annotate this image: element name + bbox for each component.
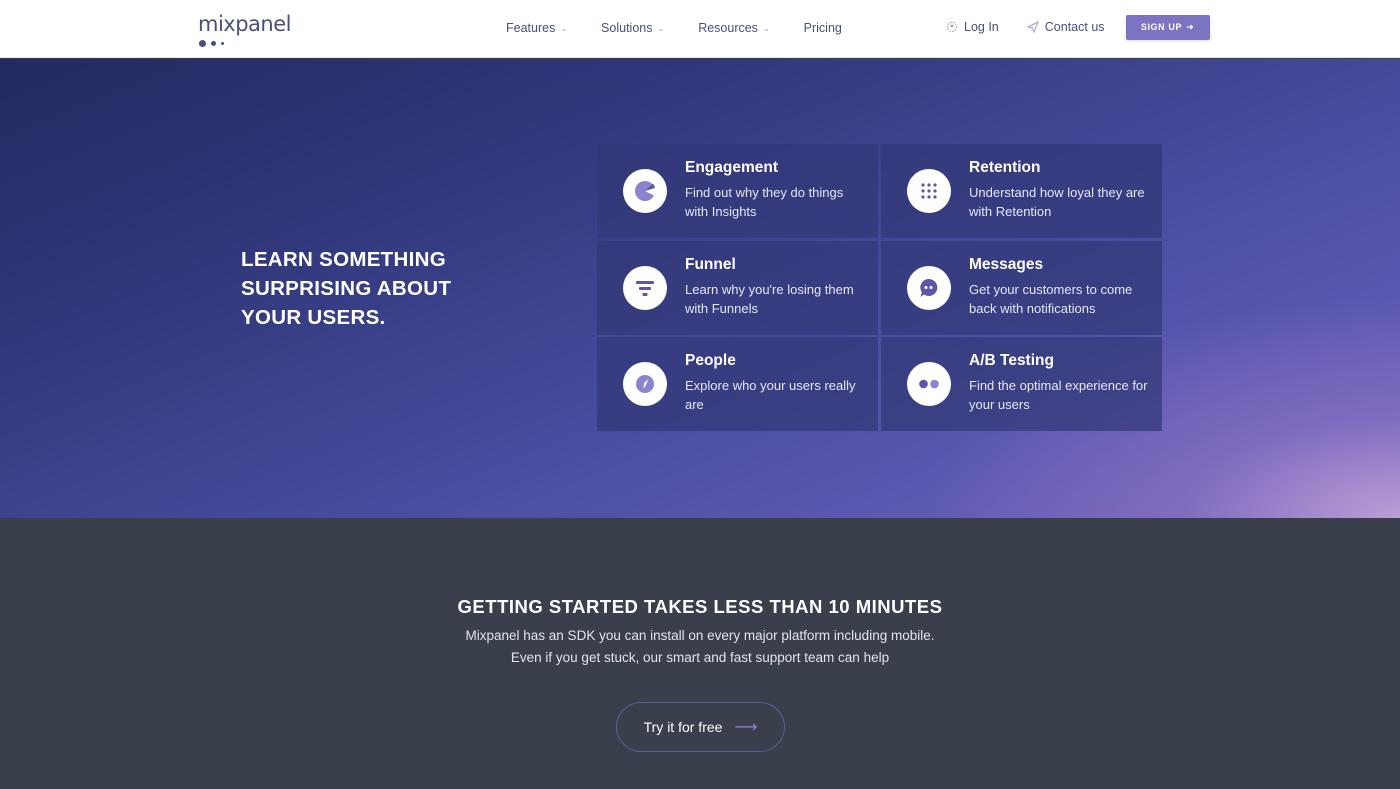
nav-actions: Log In Contact us SIGN UP ➜ — [946, 14, 1210, 40]
login-link[interactable]: Log In — [946, 20, 999, 34]
paper-plane-icon — [1026, 21, 1039, 33]
user-circle-icon — [946, 21, 958, 33]
dot-grid-icon — [907, 169, 951, 213]
feature-card-ab-testing[interactable]: A/B Testing Find the optimal experience … — [881, 337, 1162, 431]
contact-link[interactable]: Contact us — [1026, 20, 1105, 34]
main-nav: Features ⌄ Solutions ⌄ Resources ⌄ Prici… — [506, 19, 876, 37]
signup-label: SIGN UP — [1140, 22, 1183, 32]
signup-button[interactable]: SIGN UP ➜ — [1125, 14, 1210, 40]
chat-bubble-icon — [907, 265, 951, 310]
chevron-down-icon: ⌄ — [657, 23, 665, 33]
nav-features[interactable]: Features ⌄ — [506, 19, 567, 37]
feature-description: Find out why they do things with Insight… — [685, 185, 844, 219]
try-it-free-button[interactable]: Try it for free ⟶ — [616, 702, 785, 752]
two-dots-icon — [907, 362, 951, 406]
pie-chart-icon — [623, 169, 667, 213]
feature-card-messages[interactable]: Messages Get your customers to come back… — [881, 240, 1162, 335]
feature-title: People — [685, 352, 736, 369]
nav-pricing-label: Pricing — [803, 21, 842, 35]
feature-description: Find the optimal experience for your use… — [969, 378, 1148, 412]
feature-description: Learn why you're losing them with Funnel… — [685, 281, 854, 316]
logo-dots-icon — [199, 35, 229, 48]
arrow-right-icon: ⟶ — [734, 719, 758, 736]
feature-description: Explore who your users really are — [685, 378, 856, 412]
feature-description: Get your customers to come back with not… — [969, 281, 1133, 316]
feature-card-funnel[interactable]: Funnel Learn why you're losing them with… — [597, 240, 878, 335]
funnel-icon — [623, 265, 667, 310]
feature-card-engagement[interactable]: Engagement Find out why they do things w… — [597, 144, 878, 238]
arrow-right-icon: ➜ — [1186, 21, 1195, 32]
feature-card-retention[interactable]: Retention Understand how loyal they are … — [881, 144, 1162, 238]
getting-started-section: GETTING STARTED TAKES LESS THAN 10 MINUT… — [0, 518, 1400, 789]
nav-solutions-label: Solutions — [601, 21, 653, 35]
feature-title: Retention — [969, 159, 1041, 176]
nav-resources[interactable]: Resources ⌄ — [698, 19, 769, 37]
feature-description: Understand how loyal they are with Reten… — [969, 185, 1145, 219]
chevron-down-icon: ⌄ — [560, 23, 568, 33]
feature-title: Messages — [969, 255, 1044, 273]
contact-label: Contact us — [1044, 20, 1105, 34]
hero-heading: LEARN SOMETHING SURPRISING ABOUT YOUR US… — [241, 248, 452, 329]
login-label: Log In — [964, 20, 999, 34]
nav-resources-label: Resources — [698, 21, 758, 35]
nav-features-label: Features — [506, 21, 556, 35]
try-it-free-label: Try it for free — [643, 719, 723, 735]
hero-section: LEARN SOMETHING SURPRISING ABOUT YOUR US… — [0, 59, 1400, 518]
feature-card-people[interactable]: People Explore who your users really are — [597, 337, 878, 431]
feature-title: Engagement — [685, 159, 779, 176]
nav-pricing[interactable]: Pricing — [804, 19, 842, 37]
feature-title: Funnel — [685, 255, 736, 273]
getting-started-text-line-1: Mixpanel has an SDK you can install on e… — [465, 628, 935, 643]
feature-grid: Engagement Find out why they do things w… — [597, 144, 1163, 431]
logo-wordmark: mixpanel — [198, 12, 291, 36]
feature-title: A/B Testing — [969, 352, 1054, 369]
top-navbar: mixpanel Features ⌄ Solutions ⌄ Resource… — [0, 0, 1400, 58]
getting-started-title: GETTING STARTED TAKES LESS THAN 10 MINUT… — [457, 596, 943, 617]
compass-icon — [623, 362, 667, 406]
chevron-down-icon: ⌄ — [762, 23, 770, 33]
nav-solutions[interactable]: Solutions ⌄ — [601, 19, 664, 37]
mixpanel-logo[interactable]: mixpanel — [198, 12, 293, 48]
getting-started-text-line-2: Even if you get stuck, our smart and fas… — [510, 650, 890, 665]
